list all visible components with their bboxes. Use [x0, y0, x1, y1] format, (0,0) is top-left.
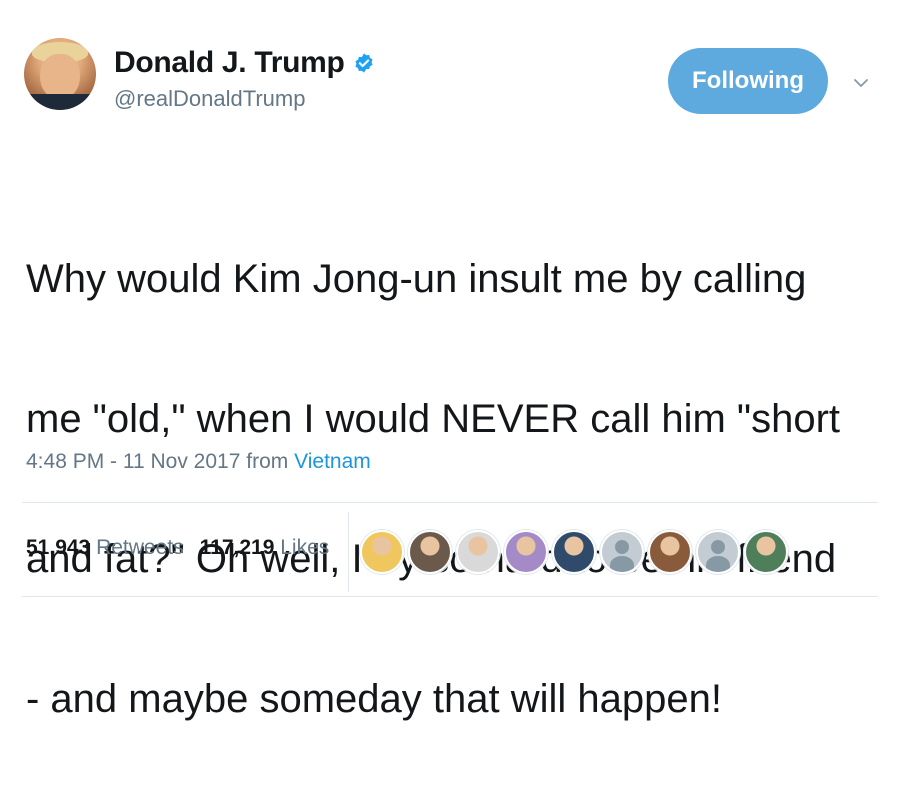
profile-avatar[interactable] [24, 38, 96, 110]
tweet-text: Why would Kim Jong-un insult me by calli… [26, 174, 886, 804]
liker-avatar[interactable] [456, 530, 500, 574]
liker-avatar[interactable] [504, 530, 548, 574]
retweets-stat[interactable]: 51,943 Retweets [26, 536, 184, 560]
divider [22, 502, 878, 503]
verified-badge-icon [353, 52, 375, 74]
tweet-text-line: - and maybe someday that will happen! [26, 677, 722, 721]
source-location-link[interactable]: Vietnam [294, 450, 371, 473]
liker-avatar[interactable] [552, 530, 596, 574]
stats-separator [348, 512, 349, 592]
user-info: Donald J. Trump @realDonaldTrump [114, 46, 375, 112]
tweet-card: Donald J. Trump @realDonaldTrump Followi… [0, 0, 900, 721]
liker-avatar[interactable] [408, 530, 452, 574]
divider [22, 596, 878, 597]
retweets-count: 51,943 [26, 536, 91, 559]
tweet-timestamp[interactable]: 4:48 PM - 11 Nov 2017 [26, 450, 240, 473]
likes-label: Likes [280, 536, 330, 559]
likes-stat[interactable]: 117,219 Likes [200, 536, 330, 560]
liker-avatar[interactable] [360, 530, 404, 574]
following-button[interactable]: Following [668, 48, 828, 114]
likes-count: 117,219 [199, 536, 275, 559]
user-handle[interactable]: @realDonaldTrump [114, 86, 375, 112]
retweets-label: Retweets [96, 536, 184, 559]
tweet-meta: 4:48 PM - 11 Nov 2017 from Vietnam [26, 450, 371, 474]
liker-avatar[interactable] [696, 530, 740, 574]
source-from-label: from [246, 450, 289, 473]
chevron-down-icon[interactable] [852, 74, 870, 92]
display-name[interactable]: Donald J. Trump [114, 46, 345, 80]
tweet-text-line: Why would Kim Jong-un insult me by calli… [26, 257, 807, 301]
tweet-text-line: me "old," when I would NEVER call him "s… [26, 397, 841, 441]
tweet-stats: 51,943 Retweets 117,219 Likes [26, 536, 329, 560]
liker-avatar[interactable] [744, 530, 788, 574]
liker-avatars [360, 530, 788, 574]
liker-avatar[interactable] [600, 530, 644, 574]
liker-avatar[interactable] [648, 530, 692, 574]
